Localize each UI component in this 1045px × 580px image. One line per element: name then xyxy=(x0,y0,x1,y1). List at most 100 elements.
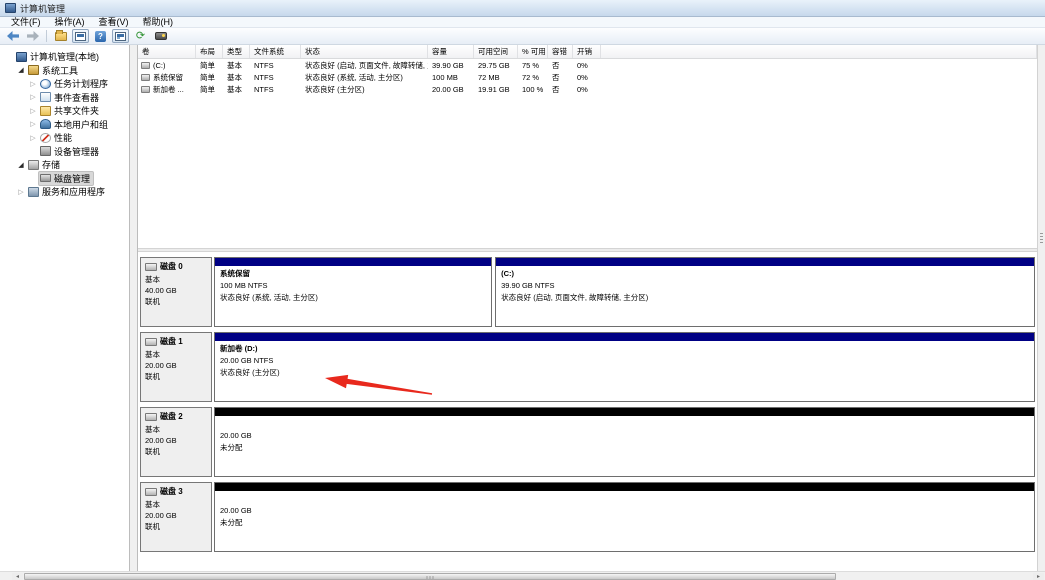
disk-label-box[interactable]: 磁盘 3基本20.00 GB联机 xyxy=(140,482,212,552)
sidebar-item[interactable]: 设备管理器 xyxy=(0,145,129,159)
partition-title: 新加卷 (D:) xyxy=(215,343,1034,355)
expander-icon[interactable]: ▷ xyxy=(28,107,38,115)
partition-box[interactable]: 20.00 GB未分配 xyxy=(214,407,1035,477)
disk-label-box[interactable]: 磁盘 0基本40.00 GB联机 xyxy=(140,257,212,327)
partition-status-bar xyxy=(215,408,1034,416)
event-viewer-icon xyxy=(40,92,51,102)
menu-item[interactable]: 文件(F) xyxy=(4,17,48,28)
sidebar-item[interactable]: 计算机管理(本地) xyxy=(0,50,129,64)
column-header[interactable]: 容量 xyxy=(428,45,474,58)
volume-name: (C:) xyxy=(153,61,166,70)
volume-list: 卷布局类型文件系统状态容量可用空间% 可用容错开销 (C:)简单基本NTFS状态… xyxy=(138,45,1037,248)
column-header[interactable]: 开销 xyxy=(573,45,601,58)
partition-status-bar xyxy=(215,258,491,266)
column-header[interactable]: 容错 xyxy=(548,45,573,58)
sidebar-item-label: 共享文件夹 xyxy=(54,104,99,117)
sidebar-item-label: 服务和应用程序 xyxy=(42,185,105,198)
disk-status: 联机 xyxy=(145,446,207,457)
performance-icon xyxy=(40,133,51,143)
disk-type: 基本 xyxy=(145,499,207,510)
show-hide-pane-button[interactable] xyxy=(112,29,129,43)
partition-box[interactable]: 20.00 GB未分配 xyxy=(214,482,1035,552)
sidebar-item[interactable]: ▷ 服务和应用程序 xyxy=(0,185,129,199)
sidebar-item[interactable]: ◢系统工具 xyxy=(0,64,129,78)
expander-icon[interactable]: ▷ xyxy=(28,120,38,128)
disk-label-box[interactable]: 磁盘 1基本20.00 GB联机 xyxy=(140,332,212,402)
users-icon xyxy=(40,119,51,129)
show-hide-console-tree-button[interactable] xyxy=(52,29,69,43)
toolbar-separator xyxy=(46,30,47,42)
partition-box[interactable]: 新加卷 (D:)20.00 GB NTFS状态良好 (主分区) xyxy=(214,332,1035,402)
volume-row[interactable]: 新加卷 ...简单基本NTFS状态良好 (主分区)20.00 GB19.91 G… xyxy=(138,83,1037,95)
disk-block: 磁盘 0基本40.00 GB联机系统保留100 MB NTFS状态良好 (系统,… xyxy=(140,257,1035,327)
partition-box[interactable]: 系统保留100 MB NTFS状态良好 (系统, 活动, 主分区) xyxy=(214,257,492,327)
sidebar-item[interactable]: ▷ 共享文件夹 xyxy=(0,104,129,118)
disk-partitions: 系统保留100 MB NTFS状态良好 (系统, 活动, 主分区)(C:)39.… xyxy=(214,257,1035,327)
scrollbar-grip-icon xyxy=(427,576,434,579)
sidebar-item-label: 计算机管理(本地) xyxy=(30,50,99,63)
volume-cell: 39.90 GB xyxy=(428,61,474,70)
volume-cell: 简单 xyxy=(196,60,223,71)
storage-icon xyxy=(28,160,39,170)
volume-cell: 状态良好 (系统, 活动, 主分区) xyxy=(301,72,428,83)
refresh-icon: ⟳ xyxy=(136,31,145,42)
menu-item[interactable]: 帮助(H) xyxy=(136,17,181,28)
drive-icon xyxy=(145,488,157,496)
menu-item[interactable]: 查看(V) xyxy=(92,17,136,28)
sidebar-item[interactable]: ▷任务计划程序 xyxy=(0,77,129,91)
disk-label-box[interactable]: 磁盘 2基本20.00 GB联机 xyxy=(140,407,212,477)
expander-icon[interactable]: ▷ xyxy=(28,80,38,88)
volume-cell: 状态良好 (主分区) xyxy=(301,84,428,95)
computer-icon xyxy=(16,52,27,62)
graphical-view: 磁盘 0基本40.00 GB联机系统保留100 MB NTFS状态良好 (系统,… xyxy=(138,252,1037,571)
volume-cell: 简单 xyxy=(196,84,223,95)
device-manager-icon xyxy=(40,146,51,156)
expander-icon[interactable]: ▷ xyxy=(28,93,38,101)
partition-title xyxy=(215,493,1034,505)
column-header[interactable]: 卷 xyxy=(138,45,196,58)
rescan-disks-button[interactable] xyxy=(152,29,169,43)
column-header[interactable]: 状态 xyxy=(301,45,428,58)
volume-cell: 系统保留 xyxy=(138,72,196,83)
sidebar-item-label: 事件查看器 xyxy=(54,91,99,104)
sidebar-item[interactable]: ▷ 事件查看器 xyxy=(0,91,129,105)
menu-item[interactable]: 操作(A) xyxy=(48,17,92,28)
column-header[interactable]: 类型 xyxy=(223,45,250,58)
services-icon xyxy=(28,187,39,197)
sidebar-item[interactable]: ▷本地用户和组 xyxy=(0,118,129,132)
sidebar-item[interactable]: ▷性能 xyxy=(0,131,129,145)
scrollbar-thumb[interactable] xyxy=(24,573,836,580)
partition-box[interactable]: (C:)39.90 GB NTFS状态良好 (启动, 页面文件, 故障转储, 主… xyxy=(495,257,1035,327)
column-header[interactable]: 文件系统 xyxy=(250,45,301,58)
disk-management-panel: 卷布局类型文件系统状态容量可用空间% 可用容错开销 (C:) 简单基本 NTFS状态… xyxy=(137,45,1037,571)
expander-icon[interactable]: ◢ xyxy=(16,161,26,169)
window-title: 计算机管理 xyxy=(20,2,65,15)
disk-header: 磁盘 1 xyxy=(145,336,207,347)
forward-button[interactable] xyxy=(24,29,41,43)
scroll-right-button[interactable]: ▸ xyxy=(1033,573,1044,580)
action-pane-splitter[interactable] xyxy=(1037,45,1045,571)
disk-status: 联机 xyxy=(145,296,207,307)
volume-cell: NTFS xyxy=(250,85,301,94)
column-header[interactable]: % 可用 xyxy=(518,45,548,58)
expander-icon[interactable]: ▷ xyxy=(16,188,26,196)
expander-icon[interactable]: ◢ xyxy=(16,66,26,74)
help-button[interactable]: ? xyxy=(92,29,109,43)
back-button[interactable] xyxy=(4,29,21,43)
column-header[interactable]: 可用空间 xyxy=(474,45,518,58)
computer-management-window: 计算机管理 文件(F)操作(A)查看(V)帮助(H) ? ⟳ 计算机管理(本地)… xyxy=(0,0,1045,580)
sidebar-item[interactable]: ◢存储 xyxy=(0,158,129,172)
title-bar: 计算机管理 xyxy=(0,0,1045,17)
horizontal-scrollbar[interactable]: ◂ ▸ xyxy=(0,571,1045,580)
column-header[interactable]: 布局 xyxy=(196,45,223,58)
disk-size: 40.00 GB xyxy=(145,285,207,296)
show-hide-action-pane-button[interactable] xyxy=(72,29,89,43)
volume-row[interactable]: (C:)简单基本NTFS状态良好 (启动, 页面文件, 故障转储, 主分区)39… xyxy=(138,59,1037,71)
refresh-button[interactable]: ⟳ xyxy=(132,29,149,43)
sidebar-item[interactable]: 磁盘管理 xyxy=(0,172,129,186)
scroll-left-button[interactable]: ◂ xyxy=(12,573,23,580)
disk-partitions: 新加卷 (D:)20.00 GB NTFS状态良好 (主分区) xyxy=(214,332,1035,402)
expander-icon[interactable]: ▷ xyxy=(28,134,38,142)
volume-cell: 否 xyxy=(548,60,573,71)
volume-row[interactable]: 系统保留简单基本NTFS状态良好 (系统, 活动, 主分区)100 MB72 M… xyxy=(138,71,1037,83)
